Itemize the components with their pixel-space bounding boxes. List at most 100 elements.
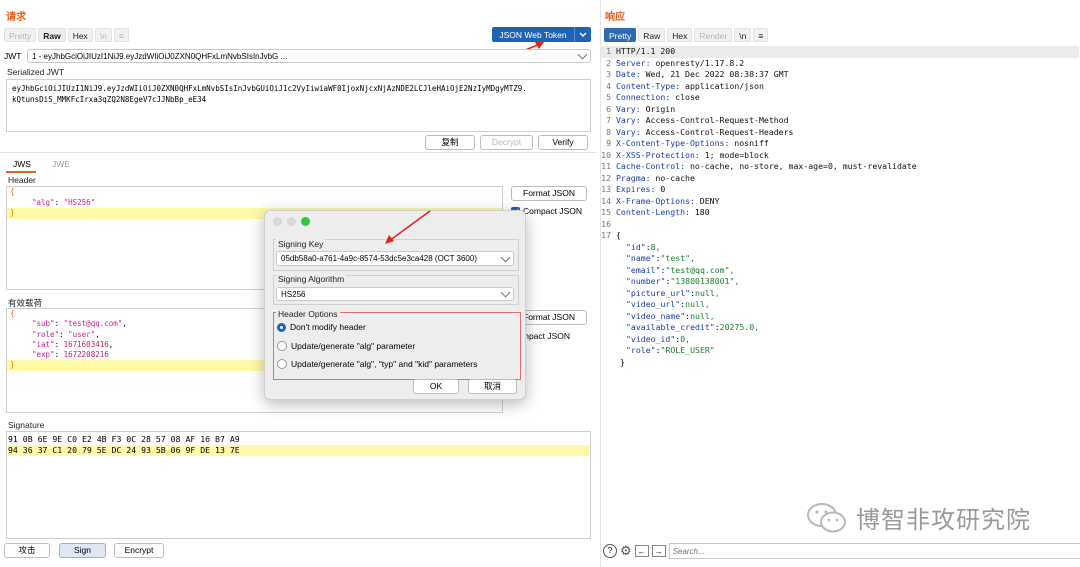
menu-icon[interactable]: ≡ xyxy=(113,28,129,42)
json-value: "HS256" xyxy=(63,197,96,207)
tab-pretty[interactable]: Pretty xyxy=(604,28,637,42)
line-number: 17 xyxy=(601,230,611,240)
json-value: "test@qq.com", xyxy=(665,264,735,275)
response-line: "picture_url": null, xyxy=(601,288,1079,300)
header-name: X-Content-Type-Options: xyxy=(616,138,730,148)
jwt-select[interactable]: 1 - eyJhbGciOiJIUzI1NiJ9.eyJzdWIiOiJ0ZXN… xyxy=(27,49,591,63)
header-value: Access-Control-Request-Headers xyxy=(640,126,794,137)
sign-button[interactable]: Sign xyxy=(59,543,106,558)
response-line: "role": "ROLE_USER" xyxy=(601,345,1079,357)
response-line: 2 Server: openresty/1.17.8.2 xyxy=(601,58,1079,70)
header-name: X-XSS-Protection: xyxy=(616,149,700,160)
tab-hex[interactable]: Hex xyxy=(667,28,693,42)
encrypt-button[interactable]: Encrypt xyxy=(114,543,164,558)
cancel-button[interactable]: 取消 xyxy=(468,379,517,394)
tab-raw[interactable]: Raw xyxy=(638,28,666,42)
response-body[interactable]: 1 HTTP/1.1 200 2 Server: openresty/1.17.8.2… xyxy=(601,46,1079,368)
back-arrow-icon[interactable]: ← xyxy=(634,545,649,557)
decrypt-button[interactable]: Decrypt xyxy=(480,135,533,150)
json-key: "video_name" xyxy=(626,310,686,321)
attack-button[interactable]: 攻击 xyxy=(4,543,50,558)
response-line: 17 { xyxy=(601,230,1079,242)
close-brace: } xyxy=(10,208,15,217)
response-line: 15 Content-Length: 180 xyxy=(601,207,1079,219)
json-key: "role" xyxy=(32,329,60,339)
verify-button[interactable]: Verify xyxy=(538,135,588,150)
header-name: Expires: xyxy=(616,184,656,194)
json-key: "video_url" xyxy=(626,299,681,309)
radio-selected-icon xyxy=(277,322,286,332)
header-label: Header xyxy=(6,175,38,185)
jwt-select-value: 1 - eyJhbGciOiJIUzI1NiJ9.eyJzdWIiOiJ0ZXN… xyxy=(32,51,288,61)
jwt-label: JWT xyxy=(4,51,22,61)
tab-render[interactable]: Render xyxy=(694,28,733,42)
response-view-tabs: Pretty Raw Hex Render \n ≡ xyxy=(604,28,769,42)
signing-key-value: 05db58a0-a761-4a9c-8574-53dc5e3ca428 (OC… xyxy=(281,254,477,263)
line-number: 7 xyxy=(606,115,611,125)
search-input[interactable] xyxy=(668,543,1080,559)
line-number: 8 xyxy=(606,126,611,137)
option-update-alg[interactable]: Update/generate "alg" parameter xyxy=(277,341,415,351)
header-name: X-Frame-Options: xyxy=(616,195,695,206)
option-update-alg-typ-kid[interactable]: Update/generate "alg", "typ" and "kid" p… xyxy=(277,359,477,369)
copy-button[interactable]: 复制 xyxy=(425,135,475,150)
ok-button[interactable]: OK xyxy=(413,379,459,394)
json-value: "ROLE_USER" xyxy=(660,345,715,355)
json-key: "alg" xyxy=(32,197,55,207)
signing-algorithm-label: Signing Algorithm xyxy=(276,274,347,284)
tab-newline[interactable]: \n xyxy=(734,28,752,42)
line-number xyxy=(601,288,611,300)
signing-key-label: Signing Key xyxy=(276,239,326,249)
minimize-dot-icon[interactable] xyxy=(287,217,296,226)
header-value: Origin xyxy=(640,103,676,114)
signing-algorithm-value: HS256 xyxy=(281,289,306,299)
json-key: "email" xyxy=(626,264,661,275)
header-name: Cache-Control: xyxy=(616,161,686,171)
response-title: 响应 xyxy=(605,12,625,23)
line-number: 16 xyxy=(601,218,611,229)
option-label: Update/generate "alg" parameter xyxy=(291,341,416,351)
watermark-text: 博智非攻研究院 xyxy=(856,506,1031,534)
response-panel: 响应 Pretty Raw Hex Render \n ≡ 1 HTTP/1.1 … xyxy=(600,0,1080,567)
option-label: Don't modify header xyxy=(290,322,366,332)
json-value: 1671603416 xyxy=(63,339,109,349)
json-value: 8, xyxy=(650,241,661,252)
line-number: 4 xyxy=(606,80,611,91)
header-name: Content-Type: xyxy=(616,80,681,91)
forward-arrow-icon[interactable]: → xyxy=(651,545,666,557)
header-name: Vary: xyxy=(616,126,641,137)
response-line: "id":8, xyxy=(601,242,1079,254)
signing-key-select[interactable]: 05db58a0-a761-4a9c-8574-53dc5e3ca428 (OC… xyxy=(276,251,514,266)
format-json-button[interactable]: Format JSON xyxy=(511,186,587,201)
json-value: 20275.0, xyxy=(719,322,760,332)
tab-hex[interactable]: Hex xyxy=(67,28,93,42)
signature-hex-editor[interactable]: 91 0B 6E 9E C0 E2 4B F3 0C 28 57 08 AF 1… xyxy=(6,431,591,539)
response-line: 1 HTTP/1.1 200 xyxy=(601,46,1079,58)
signing-algorithm-select[interactable]: HS256 xyxy=(276,287,514,301)
gear-icon[interactable]: ⚙ xyxy=(620,544,632,557)
menu-icon[interactable]: ≡ xyxy=(753,28,769,42)
serialized-jwt-textarea[interactable]: eyJhbGciOiJIUzI1NiJ9.eyJzdWIiOiJ0ZXN0QHF… xyxy=(6,79,591,132)
tab-newline[interactable]: \n xyxy=(94,28,112,42)
serialized-jwt-line: eyJhbGciOiJIUzI1NiJ9.eyJzdWIiOiJ0ZXN0QHF… xyxy=(12,84,527,93)
tab-pretty[interactable]: Pretty xyxy=(4,28,37,42)
help-icon[interactable]: ? xyxy=(603,544,617,558)
header-value: openresty/1.17.8.2 xyxy=(650,57,745,68)
header-value: 180 xyxy=(689,207,710,217)
line-number: 12 xyxy=(601,172,611,183)
header-name: HTTP/1.1 200 xyxy=(616,46,676,56)
line-number xyxy=(601,345,611,357)
tab-raw[interactable]: Raw xyxy=(38,28,66,42)
option-dont-modify[interactable]: Don't modify header xyxy=(277,322,366,332)
line-number xyxy=(601,334,611,346)
tab-jws[interactable]: JWS xyxy=(13,159,31,169)
close-dot-icon[interactable] xyxy=(273,217,282,226)
response-line: "email": "test@qq.com", xyxy=(601,265,1079,277)
maximize-dot-icon[interactable] xyxy=(301,217,310,226)
header-name: Vary: xyxy=(616,103,641,114)
chevron-down-icon[interactable] xyxy=(574,27,591,42)
response-line: 3 Date: Wed, 21 Dec 2022 08:38:37 GMT xyxy=(601,69,1079,81)
response-line: 13 Expires: 0 xyxy=(601,184,1079,196)
json-value: null, xyxy=(685,299,710,309)
tab-jwe[interactable]: JWE xyxy=(52,159,70,169)
